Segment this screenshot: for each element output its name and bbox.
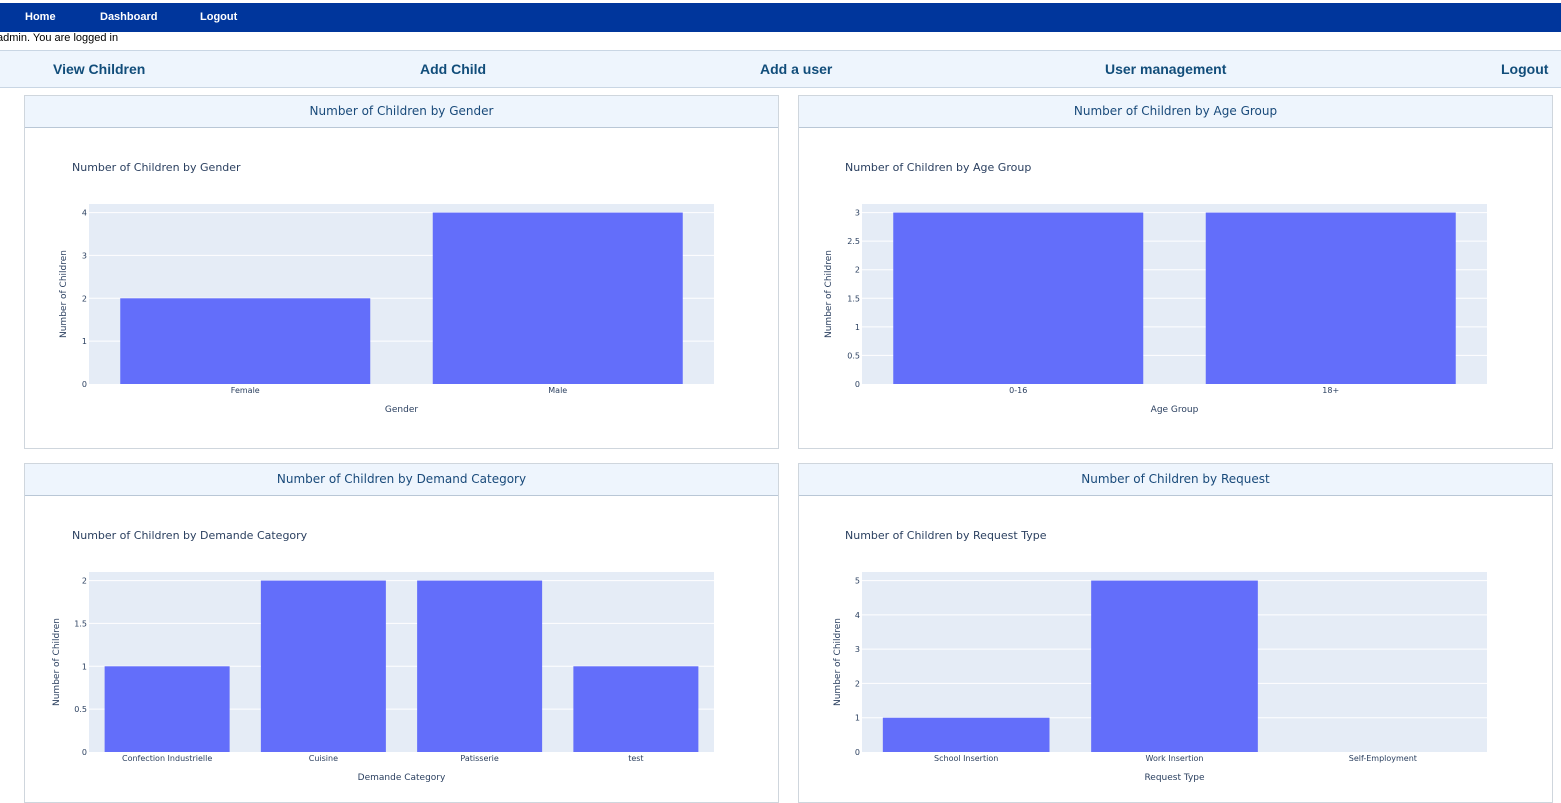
x-tick-label: Cuisine xyxy=(309,754,338,763)
bar-chart: Number of Children by Demande Category 0 0… xyxy=(52,529,714,783)
bar xyxy=(882,717,1050,752)
y-tick-label: 0 xyxy=(82,380,87,389)
bar xyxy=(1205,212,1456,384)
y-axis-title: Number of Children xyxy=(833,618,843,706)
x-tick-label: Work Insertion xyxy=(1146,754,1204,763)
y-tick-label: 2 xyxy=(82,294,87,303)
x-axis-title: Request Type xyxy=(1144,773,1205,783)
y-axis-title: Number of Children xyxy=(59,250,69,338)
bar xyxy=(432,212,683,384)
bar xyxy=(1091,580,1258,752)
y-tick-label: 0 xyxy=(855,748,860,757)
y-tick-label: 1.5 xyxy=(74,619,87,628)
y-tick-label: 3 xyxy=(855,645,860,654)
y-tick-label: 2 xyxy=(855,266,860,275)
bar xyxy=(417,580,543,752)
bar xyxy=(120,298,371,384)
y-tick-label: 4 xyxy=(82,209,87,218)
charts-layer: Number of Children by Gender 0 1 2 3 4 Female M… xyxy=(52,161,1487,783)
x-tick-label: Patisserie xyxy=(460,754,498,763)
x-axis-title: Demande Category xyxy=(358,773,446,783)
y-tick-label: 1 xyxy=(82,337,87,346)
bar xyxy=(573,666,699,752)
x-tick-label: 18+ xyxy=(1322,386,1339,395)
y-tick-label: 0.5 xyxy=(847,351,860,360)
x-tick-label: School Insertion xyxy=(934,754,998,763)
y-tick-label: 0.5 xyxy=(74,705,87,714)
y-tick-label: 2 xyxy=(82,577,87,586)
y-tick-label: 1 xyxy=(82,662,87,671)
y-tick-label: 5 xyxy=(855,577,860,586)
x-tick-label: Male xyxy=(548,386,567,395)
x-tick-label: 0-16 xyxy=(1009,386,1027,395)
bar-chart: Number of Children by Request Type 0 1 2 3 4 5… xyxy=(833,529,1487,783)
x-tick-label: Confection Industrielle xyxy=(122,754,212,763)
x-axis-title: Gender xyxy=(385,405,418,415)
chart-title: Number of Children by Gender xyxy=(72,161,241,174)
y-tick-label: 2.5 xyxy=(847,237,860,246)
y-tick-label: 4 xyxy=(855,611,860,620)
x-tick-label: test xyxy=(628,754,643,763)
y-tick-label: 3 xyxy=(82,251,87,260)
y-tick-label: 1.5 xyxy=(847,294,860,303)
y-tick-label: 0 xyxy=(82,748,87,757)
y-tick-label: 3 xyxy=(855,209,860,218)
bar-chart: Number of Children by Age Group 0 0.5 1 1.5 2… xyxy=(824,161,1487,415)
chart-title: Number of Children by Demande Category xyxy=(72,529,308,542)
chart-title: Number of Children by Age Group xyxy=(845,161,1031,174)
x-tick-label: Self-Employment xyxy=(1349,754,1417,763)
bar-chart: Number of Children by Gender 0 1 2 3 4 Female M… xyxy=(59,161,714,415)
y-tick-label: 1 xyxy=(855,714,860,723)
chart-title: Number of Children by Request Type xyxy=(845,529,1047,542)
y-tick-label: 0 xyxy=(855,380,860,389)
y-axis-title: Number of Children xyxy=(52,618,62,706)
bar xyxy=(104,666,230,752)
bar xyxy=(260,580,386,752)
y-tick-label: 1 xyxy=(855,323,860,332)
x-tick-label: Female xyxy=(231,386,260,395)
bar xyxy=(893,212,1144,384)
y-axis-title: Number of Children xyxy=(824,250,834,338)
y-tick-label: 2 xyxy=(855,679,860,688)
x-axis-title: Age Group xyxy=(1151,405,1199,415)
